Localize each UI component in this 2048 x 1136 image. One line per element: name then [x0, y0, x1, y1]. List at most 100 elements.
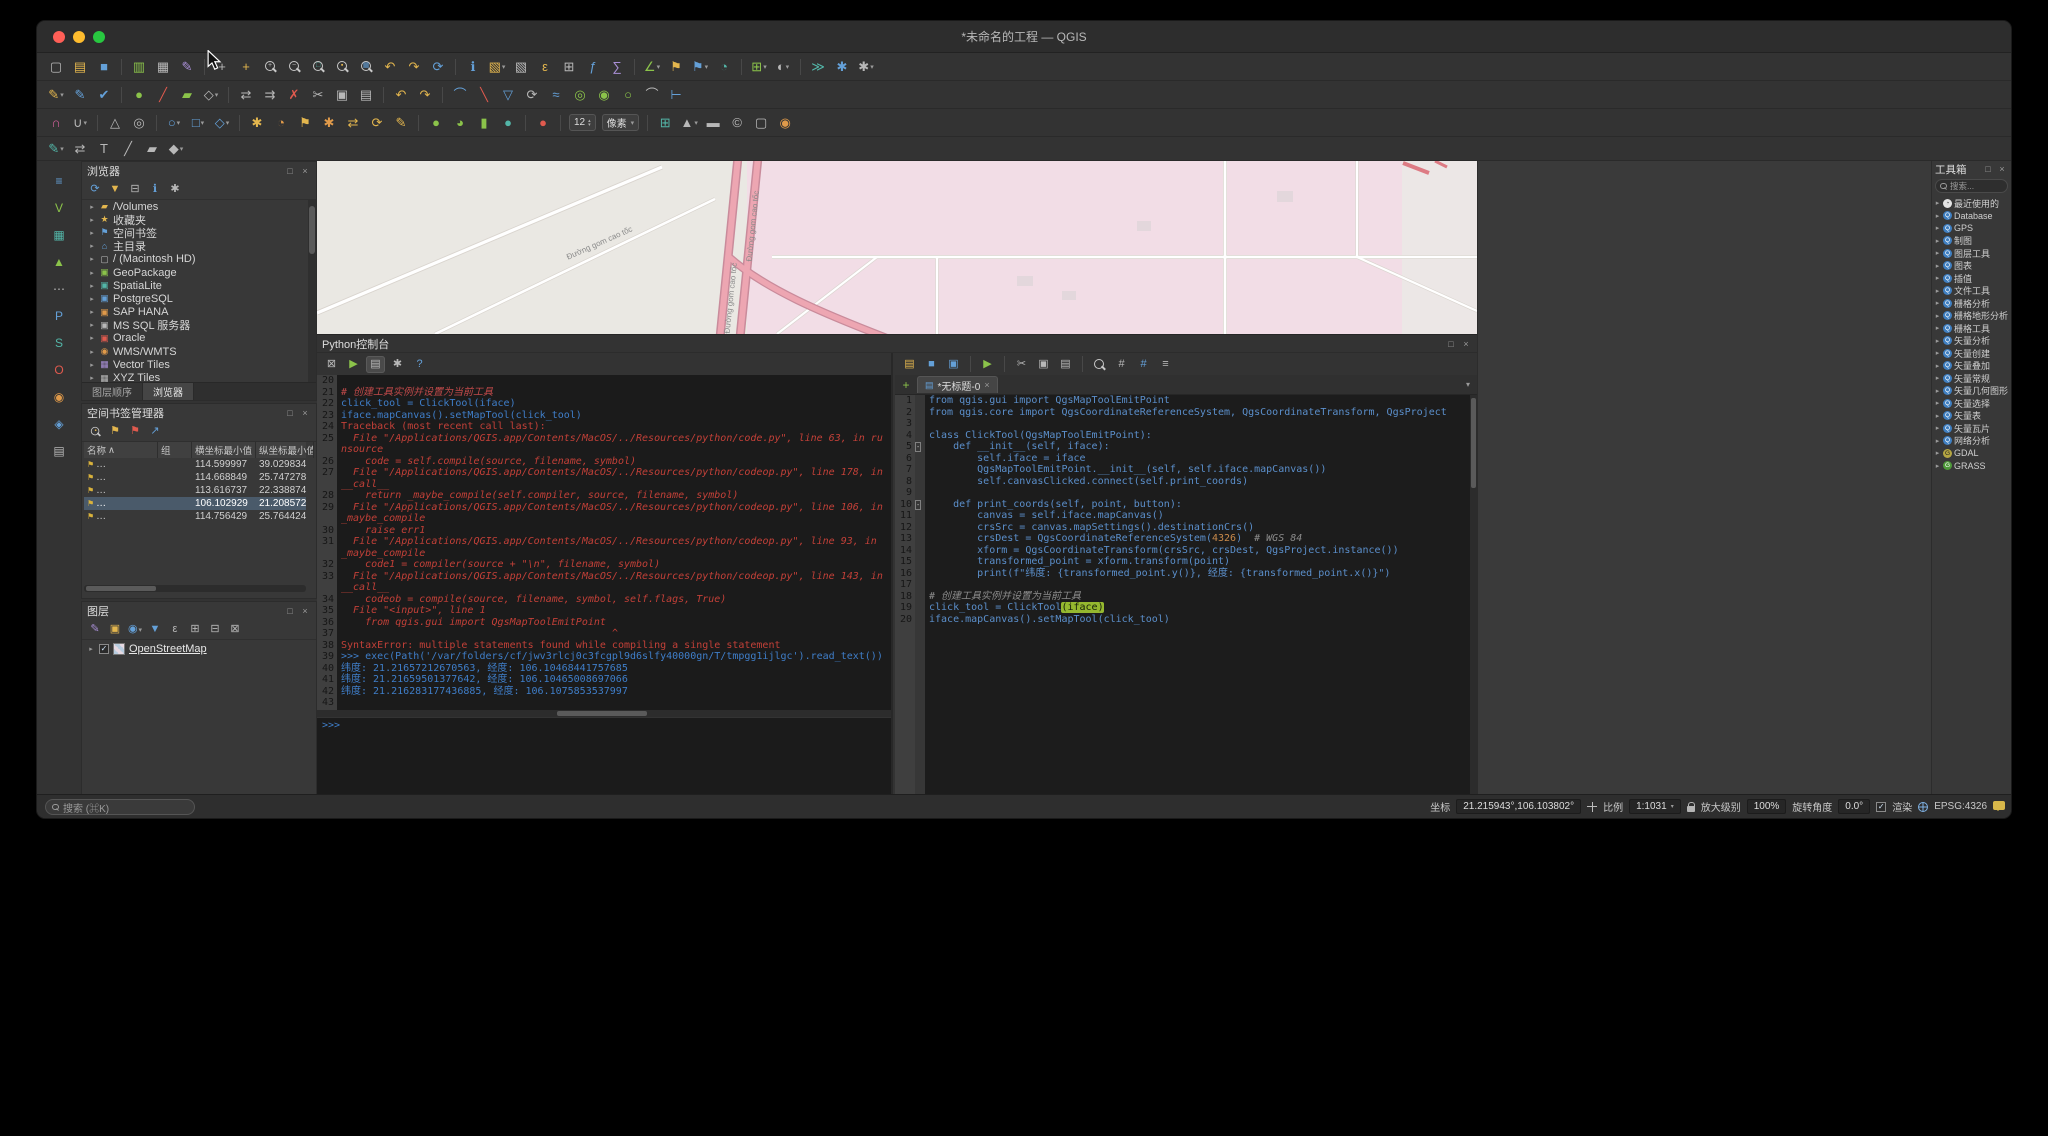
column-header[interactable]: 横坐标最小值: [192, 442, 256, 458]
add-delimited-text-layer-button[interactable]: ⋯: [49, 279, 69, 299]
north-arrow-button[interactable]: ▲▾: [678, 113, 700, 133]
temporal-controller-button[interactable]: ◔: [713, 57, 735, 77]
toolbox-item[interactable]: ▸Q矢量创建: [1932, 347, 2011, 360]
trim-extend-button[interactable]: ⊢: [665, 85, 687, 105]
rotate-feature-button[interactable]: ⟳: [521, 85, 543, 105]
new-print-layout-button[interactable]: ▥: [128, 57, 150, 77]
zoom-window-button[interactable]: [93, 31, 105, 43]
console-clear-button[interactable]: ⊠: [322, 356, 341, 373]
editor-copy-button[interactable]: ▣: [1034, 356, 1053, 373]
svg-annotation-button[interactable]: ◆▾: [165, 139, 187, 159]
toolbox-item[interactable]: ▸Q矢量瓦片: [1932, 422, 2011, 435]
zoom-in-button[interactable]: +: [259, 57, 281, 77]
layout-extent-button[interactable]: ▢: [750, 113, 772, 133]
magnifier-spinbox[interactable]: 100%: [1747, 799, 1787, 814]
layer-styling-panel-button[interactable]: ✎: [86, 622, 104, 638]
browser-tree-item[interactable]: ▸▢/ (Macintosh HD): [82, 253, 316, 266]
minimize-window-button[interactable]: [73, 31, 85, 43]
close-panel-icon[interactable]: ×: [1460, 338, 1472, 350]
messages-icon[interactable]: [1993, 801, 2005, 810]
new-annotation-button[interactable]: ✎▾: [45, 139, 67, 159]
reshape-features-button[interactable]: ⌒: [449, 85, 471, 105]
layer-diagram-button[interactable]: ◔: [270, 113, 292, 133]
snapping-toggle-button[interactable]: ∩: [45, 113, 67, 133]
title-bar[interactable]: *未命名的工程 — QGIS: [37, 21, 2011, 53]
layer-labeling-button[interactable]: ✱: [246, 113, 268, 133]
editor-open-script-button[interactable]: ▤: [900, 356, 919, 373]
toolbox-item[interactable]: ▸Q矢量选择: [1932, 397, 2011, 410]
browser-filter-button[interactable]: ▼: [106, 182, 124, 198]
cut-features-button[interactable]: ✂: [307, 85, 329, 105]
move-diagram-button[interactable]: ●: [497, 113, 519, 133]
editor-run-script-button[interactable]: ▶: [978, 356, 997, 373]
show-layout-manager-button[interactable]: ▦: [152, 57, 174, 77]
field-calculator-button[interactable]: ƒ: [582, 57, 604, 77]
toolbox-item[interactable]: ▸Q插值: [1932, 272, 2011, 285]
copy-features-button[interactable]: ▣: [331, 85, 353, 105]
new-project-button[interactable]: ▢: [45, 57, 67, 77]
simplify-feature-button[interactable]: ≈: [545, 85, 567, 105]
column-header[interactable]: 组: [158, 442, 192, 458]
identify-features-button[interactable]: ℹ: [462, 57, 484, 77]
layer-checkbox[interactable]: ✓: [99, 644, 109, 654]
toolbox-item[interactable]: ▸GGRASS: [1932, 460, 2011, 473]
vertex-tool-button[interactable]: ◇▾: [200, 85, 222, 105]
add-spatialite-layer-button[interactable]: S: [49, 333, 69, 353]
bookmark-row[interactable]: ⚑…106.10292921.208572: [84, 497, 306, 510]
browser-properties-button[interactable]: ℹ: [146, 182, 164, 198]
text-diagram-button[interactable]: ▮: [473, 113, 495, 133]
editor-uncomment-button[interactable]: #: [1134, 356, 1153, 373]
toolbox-item[interactable]: ▸◔最近使用的: [1932, 197, 2011, 210]
add-line-feature-button[interactable]: ╱: [152, 85, 174, 105]
rectangle-digitize-button[interactable]: □▾: [187, 113, 209, 133]
filter-legend-button[interactable]: ▼: [146, 622, 164, 638]
add-postgis-layer-button[interactable]: P: [49, 306, 69, 326]
zoom-last-button[interactable]: ↶: [379, 57, 401, 77]
browser-tree-item[interactable]: ▸▣MS SQL 服务器: [82, 319, 316, 332]
close-panel-icon[interactable]: ×: [1996, 163, 2008, 175]
toolbox-item[interactable]: ▸Q矢量几何图形: [1932, 385, 2011, 398]
toolbox-item[interactable]: ▸Q矢量表: [1932, 410, 2011, 423]
undo-button[interactable]: ↶: [390, 85, 412, 105]
open-attribute-table-button[interactable]: ⊞: [558, 57, 580, 77]
bookmark-zoom-to-button[interactable]: ▪: [86, 424, 104, 440]
add-tab-button[interactable]: +: [898, 377, 914, 392]
float-panel-icon[interactable]: □: [1982, 163, 1994, 175]
float-panel-icon[interactable]: □: [284, 165, 296, 177]
cad-construction-button[interactable]: ◎: [128, 113, 150, 133]
annotation-marker-button[interactable]: ●: [532, 113, 554, 133]
rotation-spinbox[interactable]: 0.0°: [1838, 799, 1870, 814]
python-console-button[interactable]: ≫: [807, 57, 829, 77]
move-label-button[interactable]: ⇄: [342, 113, 364, 133]
line-annotation-button[interactable]: ╱: [117, 139, 139, 159]
refresh-map-button[interactable]: ⟳: [427, 57, 449, 77]
toolbox-item[interactable]: ▸Q图层工具: [1932, 247, 2011, 260]
paste-features-button[interactable]: ▤: [355, 85, 377, 105]
column-header[interactable]: 名称 ∧: [84, 442, 158, 458]
new-bookmark-button[interactable]: ⚑: [665, 57, 687, 77]
tab-layer-order[interactable]: 图层顺序: [82, 383, 143, 400]
select-features-button[interactable]: ▧▾: [486, 57, 508, 77]
toolbox-item[interactable]: ▸Q矢量叠加: [1932, 360, 2011, 373]
crs-value[interactable]: EPSG:4326: [1934, 801, 1987, 812]
filter-by-expression-button[interactable]: ε: [166, 622, 184, 638]
move-features-button[interactable]: ⇄: [235, 85, 257, 105]
units-combo[interactable]: 像素▾: [602, 114, 640, 131]
save-project-button[interactable]: ■: [93, 57, 115, 77]
new-map-view-button[interactable]: ⊞▾: [748, 57, 770, 77]
editor-tab[interactable]: ▤ *无标题-0 ×: [917, 376, 998, 393]
editor-cut-button[interactable]: ✂: [1012, 356, 1031, 373]
close-window-button[interactable]: [53, 31, 65, 43]
map-canvas[interactable]: Đường gom cao tốcĐường gom cao tốcĐường …: [317, 161, 1477, 334]
close-tab-icon[interactable]: ×: [984, 380, 989, 390]
toolbox-item[interactable]: ▸QDatabase: [1932, 210, 2011, 223]
current-edits-button[interactable]: ✎▾: [45, 85, 67, 105]
add-wms-layer-button[interactable]: ◉: [49, 387, 69, 407]
metasearch-button[interactable]: ◉: [774, 113, 796, 133]
layer-item[interactable]: ▸✓OpenStreetMap: [82, 640, 316, 658]
diagram-options-button[interactable]: ●: [425, 113, 447, 133]
change-label-button[interactable]: ✎: [390, 113, 412, 133]
toolbox-item[interactable]: ▸Q制图: [1932, 235, 2011, 248]
scale-combo[interactable]: 1:1031▾: [1629, 799, 1681, 814]
toolbox-item[interactable]: ▸Q栅格分析: [1932, 297, 2011, 310]
